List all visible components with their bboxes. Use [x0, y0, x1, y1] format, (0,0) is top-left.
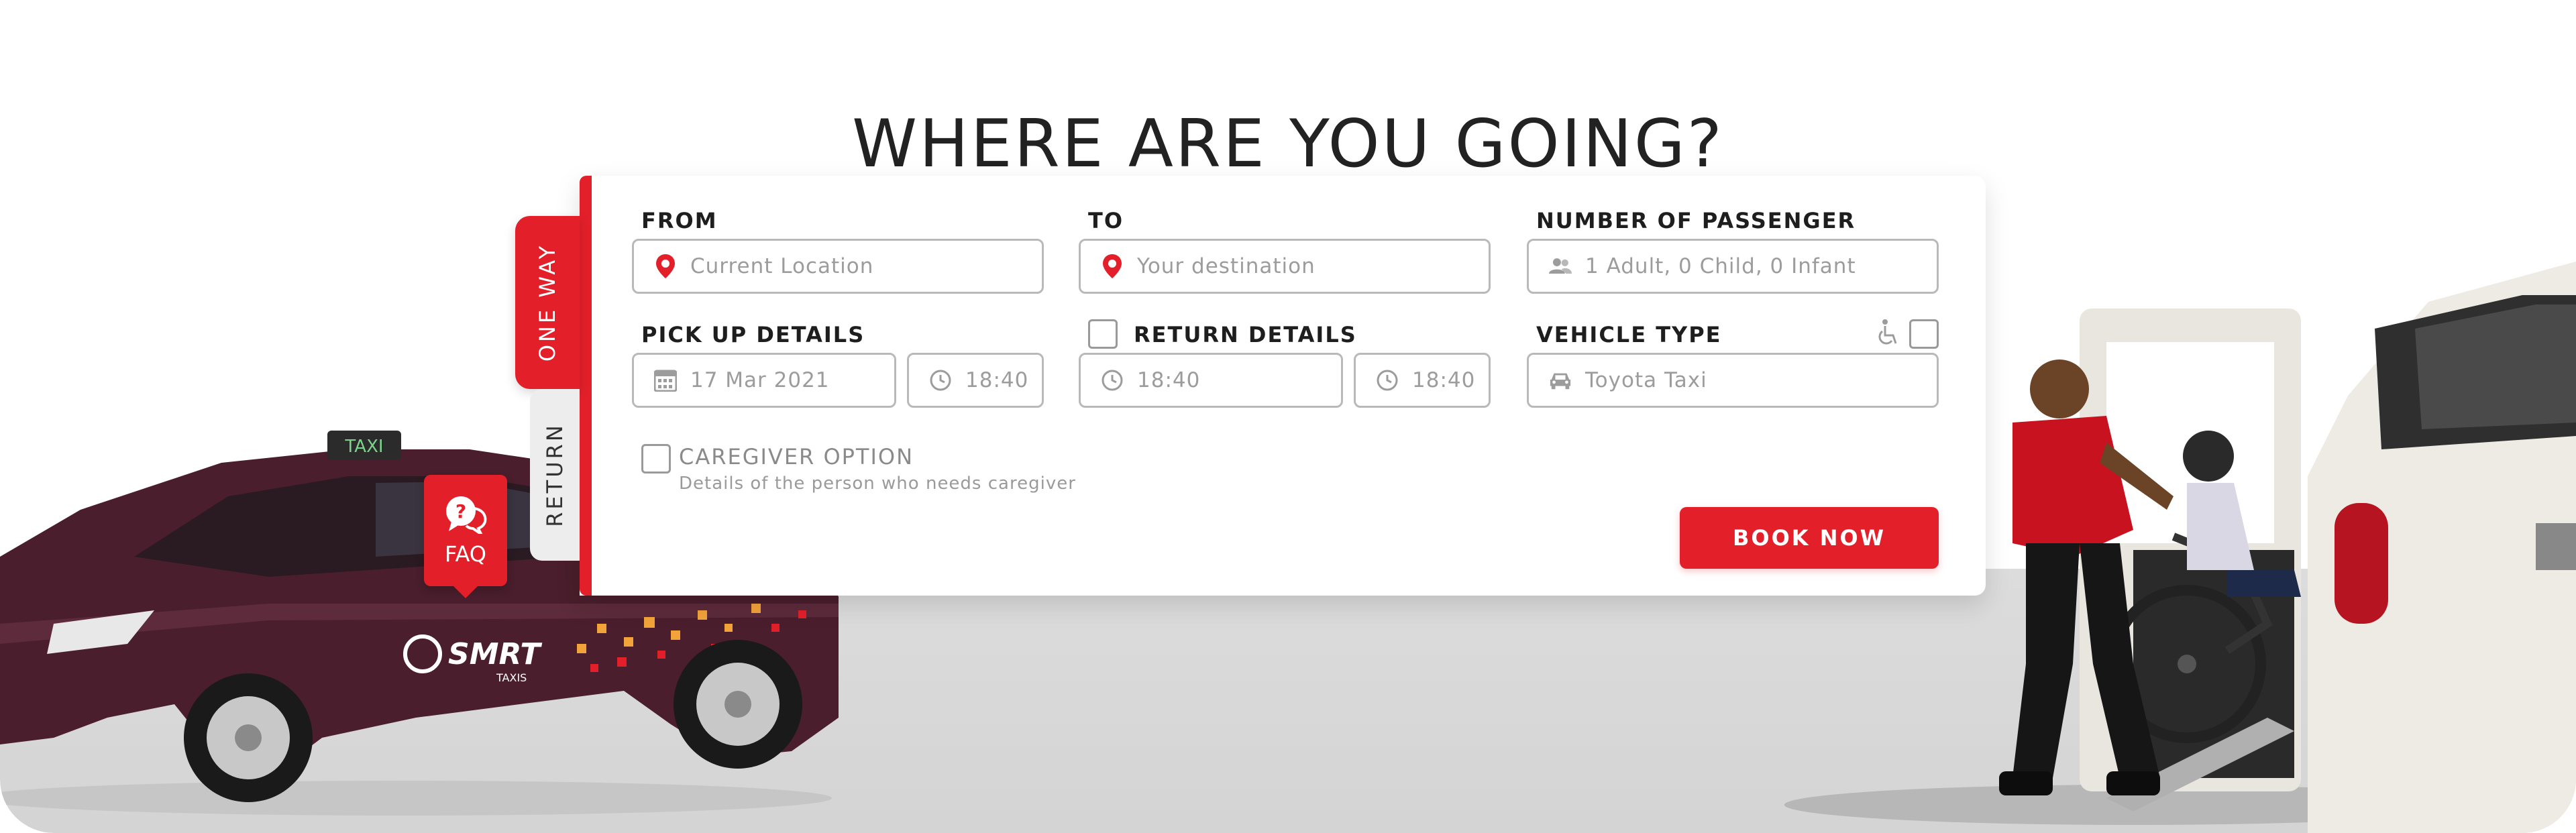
tab-return-label: RETURN: [542, 423, 568, 527]
clock-icon: [1376, 369, 1399, 392]
from-placeholder: Current Location: [690, 254, 874, 278]
map-pin-icon: [654, 254, 677, 278]
page-title: WHERE ARE YOU GOING?: [852, 105, 1724, 182]
vehicle-value: Toyota Taxi: [1585, 368, 1707, 392]
to-placeholder: Your destination: [1137, 254, 1316, 278]
booking-page: TAXI SMRT TAXIS WHERE ARE YOU GOING? ONE…: [0, 0, 2576, 833]
tab-one-way[interactable]: ONE WAY: [515, 216, 580, 389]
tab-return[interactable]: RETURN: [530, 389, 580, 561]
taxi-brand: SMRT: [448, 637, 542, 671]
return-date-input[interactable]: 18:40: [1079, 353, 1343, 408]
from-input[interactable]: Current Location: [632, 239, 1044, 294]
return-time-input[interactable]: 18:40: [1354, 353, 1491, 408]
svg-text:?: ?: [455, 500, 466, 522]
to-input[interactable]: Your destination: [1079, 239, 1491, 294]
passenger-label: NUMBER OF PASSENGER: [1536, 208, 1856, 233]
pickup-label: PICK UP DETAILS: [641, 322, 865, 347]
pickup-date-input[interactable]: 17 Mar 2021: [632, 353, 896, 408]
faq-button[interactable]: ? FAQ: [424, 475, 507, 586]
clock-icon: [1101, 369, 1124, 392]
caregiver-checkbox[interactable]: [641, 444, 671, 474]
users-icon: [1549, 255, 1572, 278]
passenger-input[interactable]: 1 Adult, 0 Child, 0 Infant: [1527, 239, 1939, 294]
return-label: RETURN DETAILS: [1134, 322, 1357, 347]
pickup-date-value: 17 Mar 2021: [690, 368, 830, 392]
caregiver-label: CAREGIVER OPTION: [679, 444, 914, 469]
taxi-subbrand: TAXIS: [496, 671, 527, 684]
return-time-value: 18:40: [1412, 368, 1476, 392]
book-now-button[interactable]: BOOK NOW: [1680, 507, 1939, 569]
to-label: TO: [1088, 208, 1124, 233]
clock-icon: [929, 369, 952, 392]
wheelchair-icon: [1877, 319, 1900, 346]
car-icon: [1549, 369, 1572, 392]
pickup-time-value: 18:40: [965, 368, 1029, 392]
pickup-time-input[interactable]: 18:40: [907, 353, 1044, 408]
calendar-icon: [654, 369, 677, 392]
card-accent-bar: [580, 176, 592, 596]
return-date-value: 18:40: [1137, 368, 1201, 392]
faq-pointer: [452, 585, 479, 598]
passenger-value: 1 Adult, 0 Child, 0 Infant: [1585, 254, 1856, 278]
caregiver-description: Details of the person who needs caregive…: [679, 474, 1076, 494]
map-pin-icon: [1101, 254, 1124, 278]
chat-question-icon: ?: [443, 495, 488, 538]
vehicle-label: VEHICLE TYPE: [1536, 322, 1722, 347]
return-checkbox[interactable]: [1088, 319, 1118, 349]
wheelchair-checkbox[interactable]: [1909, 319, 1939, 349]
vehicle-select[interactable]: Toyota Taxi: [1527, 353, 1939, 408]
taxi-roof-sign: TAXI: [344, 437, 383, 457]
tab-one-way-label: ONE WAY: [535, 243, 561, 362]
faq-label: FAQ: [445, 541, 486, 567]
from-label: FROM: [641, 208, 718, 233]
